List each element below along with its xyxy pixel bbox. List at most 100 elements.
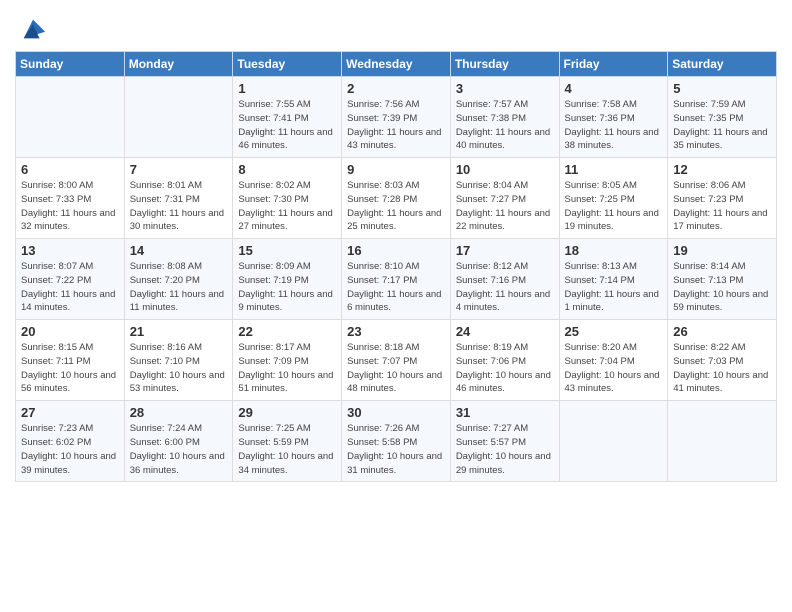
day-number: 15 bbox=[238, 243, 336, 258]
day-info: Sunrise: 7:57 AM Sunset: 7:38 PM Dayligh… bbox=[456, 98, 554, 153]
calendar-cell bbox=[124, 77, 233, 158]
day-info: Sunrise: 8:17 AM Sunset: 7:09 PM Dayligh… bbox=[238, 341, 336, 396]
day-info: Sunrise: 8:07 AM Sunset: 7:22 PM Dayligh… bbox=[21, 260, 119, 315]
day-info: Sunrise: 8:14 AM Sunset: 7:13 PM Dayligh… bbox=[673, 260, 771, 315]
calendar-header-saturday: Saturday bbox=[668, 52, 777, 77]
calendar-header-monday: Monday bbox=[124, 52, 233, 77]
day-number: 6 bbox=[21, 162, 119, 177]
calendar-header-wednesday: Wednesday bbox=[342, 52, 451, 77]
calendar-cell: 31 Sunrise: 7:27 AM Sunset: 5:57 PM Dayli… bbox=[450, 401, 559, 482]
day-number: 7 bbox=[130, 162, 228, 177]
calendar-week-row: 1 Sunrise: 7:55 AM Sunset: 7:41 PM Daylig… bbox=[16, 77, 777, 158]
logo bbox=[15, 15, 47, 43]
calendar-cell: 13 Sunrise: 8:07 AM Sunset: 7:22 PM Dayli… bbox=[16, 239, 125, 320]
calendar-cell: 7Sunrise: 8:01 AM Sunset: 7:31 PM Daylig… bbox=[124, 158, 233, 239]
day-info: Sunrise: 8:16 AM Sunset: 7:10 PM Dayligh… bbox=[130, 341, 228, 396]
day-number: 5 bbox=[673, 81, 771, 96]
day-info: Sunrise: 8:19 AM Sunset: 7:06 PM Dayligh… bbox=[456, 341, 554, 396]
day-number: 26 bbox=[673, 324, 771, 339]
logo-icon bbox=[19, 15, 47, 43]
calendar-cell bbox=[668, 401, 777, 482]
day-number: 21 bbox=[130, 324, 228, 339]
day-number: 4 bbox=[565, 81, 663, 96]
calendar-cell: 9 Sunrise: 8:03 AM Sunset: 7:28 PM Daylig… bbox=[342, 158, 451, 239]
day-info: Sunrise: 7:24 AM Sunset: 6:00 PM Dayligh… bbox=[130, 422, 228, 477]
calendar-cell: 10Sunrise: 8:04 AM Sunset: 7:27 PM Dayli… bbox=[450, 158, 559, 239]
day-number: 30 bbox=[347, 405, 445, 420]
calendar-week-row: 6 Sunrise: 8:00 AM Sunset: 7:33 PM Daylig… bbox=[16, 158, 777, 239]
calendar-header-friday: Friday bbox=[559, 52, 668, 77]
day-number: 16 bbox=[347, 243, 445, 258]
day-number: 29 bbox=[238, 405, 336, 420]
page-header bbox=[15, 10, 777, 43]
day-number: 19 bbox=[673, 243, 771, 258]
calendar-cell: 4Sunrise: 7:58 AM Sunset: 7:36 PM Daylig… bbox=[559, 77, 668, 158]
calendar-cell bbox=[16, 77, 125, 158]
day-number: 25 bbox=[565, 324, 663, 339]
day-number: 18 bbox=[565, 243, 663, 258]
day-number: 24 bbox=[456, 324, 554, 339]
calendar-cell: 2Sunrise: 7:56 AM Sunset: 7:39 PM Daylig… bbox=[342, 77, 451, 158]
calendar-cell: 1 Sunrise: 7:55 AM Sunset: 7:41 PM Daylig… bbox=[233, 77, 342, 158]
day-info: Sunrise: 8:05 AM Sunset: 7:25 PM Dayligh… bbox=[565, 179, 663, 234]
day-number: 27 bbox=[21, 405, 119, 420]
day-number: 3 bbox=[456, 81, 554, 96]
calendar-cell: 15Sunrise: 8:09 AM Sunset: 7:19 PM Dayli… bbox=[233, 239, 342, 320]
day-number: 13 bbox=[21, 243, 119, 258]
day-number: 8 bbox=[238, 162, 336, 177]
calendar-cell: 27 Sunrise: 7:23 AM Sunset: 6:02 PM Dayli… bbox=[16, 401, 125, 482]
day-number: 14 bbox=[130, 243, 228, 258]
calendar-cell: 18 Sunrise: 8:13 AM Sunset: 7:14 PM Dayli… bbox=[559, 239, 668, 320]
day-number: 20 bbox=[21, 324, 119, 339]
day-number: 9 bbox=[347, 162, 445, 177]
calendar-cell: 22 Sunrise: 8:17 AM Sunset: 7:09 PM Dayli… bbox=[233, 320, 342, 401]
calendar-cell: 24 Sunrise: 8:19 AM Sunset: 7:06 PM Dayli… bbox=[450, 320, 559, 401]
calendar-cell: 25 Sunrise: 8:20 AM Sunset: 7:04 PM Dayli… bbox=[559, 320, 668, 401]
calendar-cell: 26 Sunrise: 8:22 AM Sunset: 7:03 PM Dayli… bbox=[668, 320, 777, 401]
day-info: Sunrise: 8:22 AM Sunset: 7:03 PM Dayligh… bbox=[673, 341, 771, 396]
day-info: Sunrise: 8:13 AM Sunset: 7:14 PM Dayligh… bbox=[565, 260, 663, 315]
calendar-header-tuesday: Tuesday bbox=[233, 52, 342, 77]
calendar-cell: 16 Sunrise: 8:10 AM Sunset: 7:17 PM Dayli… bbox=[342, 239, 451, 320]
day-info: Sunrise: 8:03 AM Sunset: 7:28 PM Dayligh… bbox=[347, 179, 445, 234]
day-info: Sunrise: 8:12 AM Sunset: 7:16 PM Dayligh… bbox=[456, 260, 554, 315]
calendar-cell: 14 Sunrise: 8:08 AM Sunset: 7:20 PM Dayli… bbox=[124, 239, 233, 320]
day-number: 12 bbox=[673, 162, 771, 177]
day-info: Sunrise: 8:04 AM Sunset: 7:27 PM Dayligh… bbox=[456, 179, 554, 234]
day-info: Sunrise: 8:15 AM Sunset: 7:11 PM Dayligh… bbox=[21, 341, 119, 396]
calendar-header: SundayMondayTuesdayWednesdayThursdayFrid… bbox=[16, 52, 777, 77]
day-info: Sunrise: 8:00 AM Sunset: 7:33 PM Dayligh… bbox=[21, 179, 119, 234]
calendar-week-row: 13 Sunrise: 8:07 AM Sunset: 7:22 PM Dayli… bbox=[16, 239, 777, 320]
calendar-header-thursday: Thursday bbox=[450, 52, 559, 77]
calendar-cell: 21 Sunrise: 8:16 AM Sunset: 7:10 PM Dayli… bbox=[124, 320, 233, 401]
calendar-header-sunday: Sunday bbox=[16, 52, 125, 77]
day-number: 11 bbox=[565, 162, 663, 177]
calendar-week-row: 20 Sunrise: 8:15 AM Sunset: 7:11 PM Dayli… bbox=[16, 320, 777, 401]
calendar-cell: 28 Sunrise: 7:24 AM Sunset: 6:00 PM Dayli… bbox=[124, 401, 233, 482]
day-info: Sunrise: 8:20 AM Sunset: 7:04 PM Dayligh… bbox=[565, 341, 663, 396]
day-number: 17 bbox=[456, 243, 554, 258]
day-info: Sunrise: 7:27 AM Sunset: 5:57 PM Dayligh… bbox=[456, 422, 554, 477]
day-info: Sunrise: 8:08 AM Sunset: 7:20 PM Dayligh… bbox=[130, 260, 228, 315]
day-number: 28 bbox=[130, 405, 228, 420]
calendar-cell: 6 Sunrise: 8:00 AM Sunset: 7:33 PM Daylig… bbox=[16, 158, 125, 239]
calendar-cell bbox=[559, 401, 668, 482]
calendar-cell: 11 Sunrise: 8:05 AM Sunset: 7:25 PM Dayli… bbox=[559, 158, 668, 239]
day-info: Sunrise: 7:59 AM Sunset: 7:35 PM Dayligh… bbox=[673, 98, 771, 153]
day-number: 31 bbox=[456, 405, 554, 420]
calendar-cell: 17 Sunrise: 8:12 AM Sunset: 7:16 PM Dayli… bbox=[450, 239, 559, 320]
day-info: Sunrise: 7:23 AM Sunset: 6:02 PM Dayligh… bbox=[21, 422, 119, 477]
day-info: Sunrise: 7:55 AM Sunset: 7:41 PM Dayligh… bbox=[238, 98, 336, 153]
day-number: 1 bbox=[238, 81, 336, 96]
day-number: 2 bbox=[347, 81, 445, 96]
calendar-cell: 12 Sunrise: 8:06 AM Sunset: 7:23 PM Dayli… bbox=[668, 158, 777, 239]
calendar-cell: 8 Sunrise: 8:02 AM Sunset: 7:30 PM Daylig… bbox=[233, 158, 342, 239]
day-info: Sunrise: 7:25 AM Sunset: 5:59 PM Dayligh… bbox=[238, 422, 336, 477]
day-info: Sunrise: 8:06 AM Sunset: 7:23 PM Dayligh… bbox=[673, 179, 771, 234]
calendar-cell: 23Sunrise: 8:18 AM Sunset: 7:07 PM Dayli… bbox=[342, 320, 451, 401]
day-info: Sunrise: 8:02 AM Sunset: 7:30 PM Dayligh… bbox=[238, 179, 336, 234]
day-info: Sunrise: 7:26 AM Sunset: 5:58 PM Dayligh… bbox=[347, 422, 445, 477]
day-info: Sunrise: 8:10 AM Sunset: 7:17 PM Dayligh… bbox=[347, 260, 445, 315]
day-number: 22 bbox=[238, 324, 336, 339]
calendar-cell: 20 Sunrise: 8:15 AM Sunset: 7:11 PM Dayli… bbox=[16, 320, 125, 401]
